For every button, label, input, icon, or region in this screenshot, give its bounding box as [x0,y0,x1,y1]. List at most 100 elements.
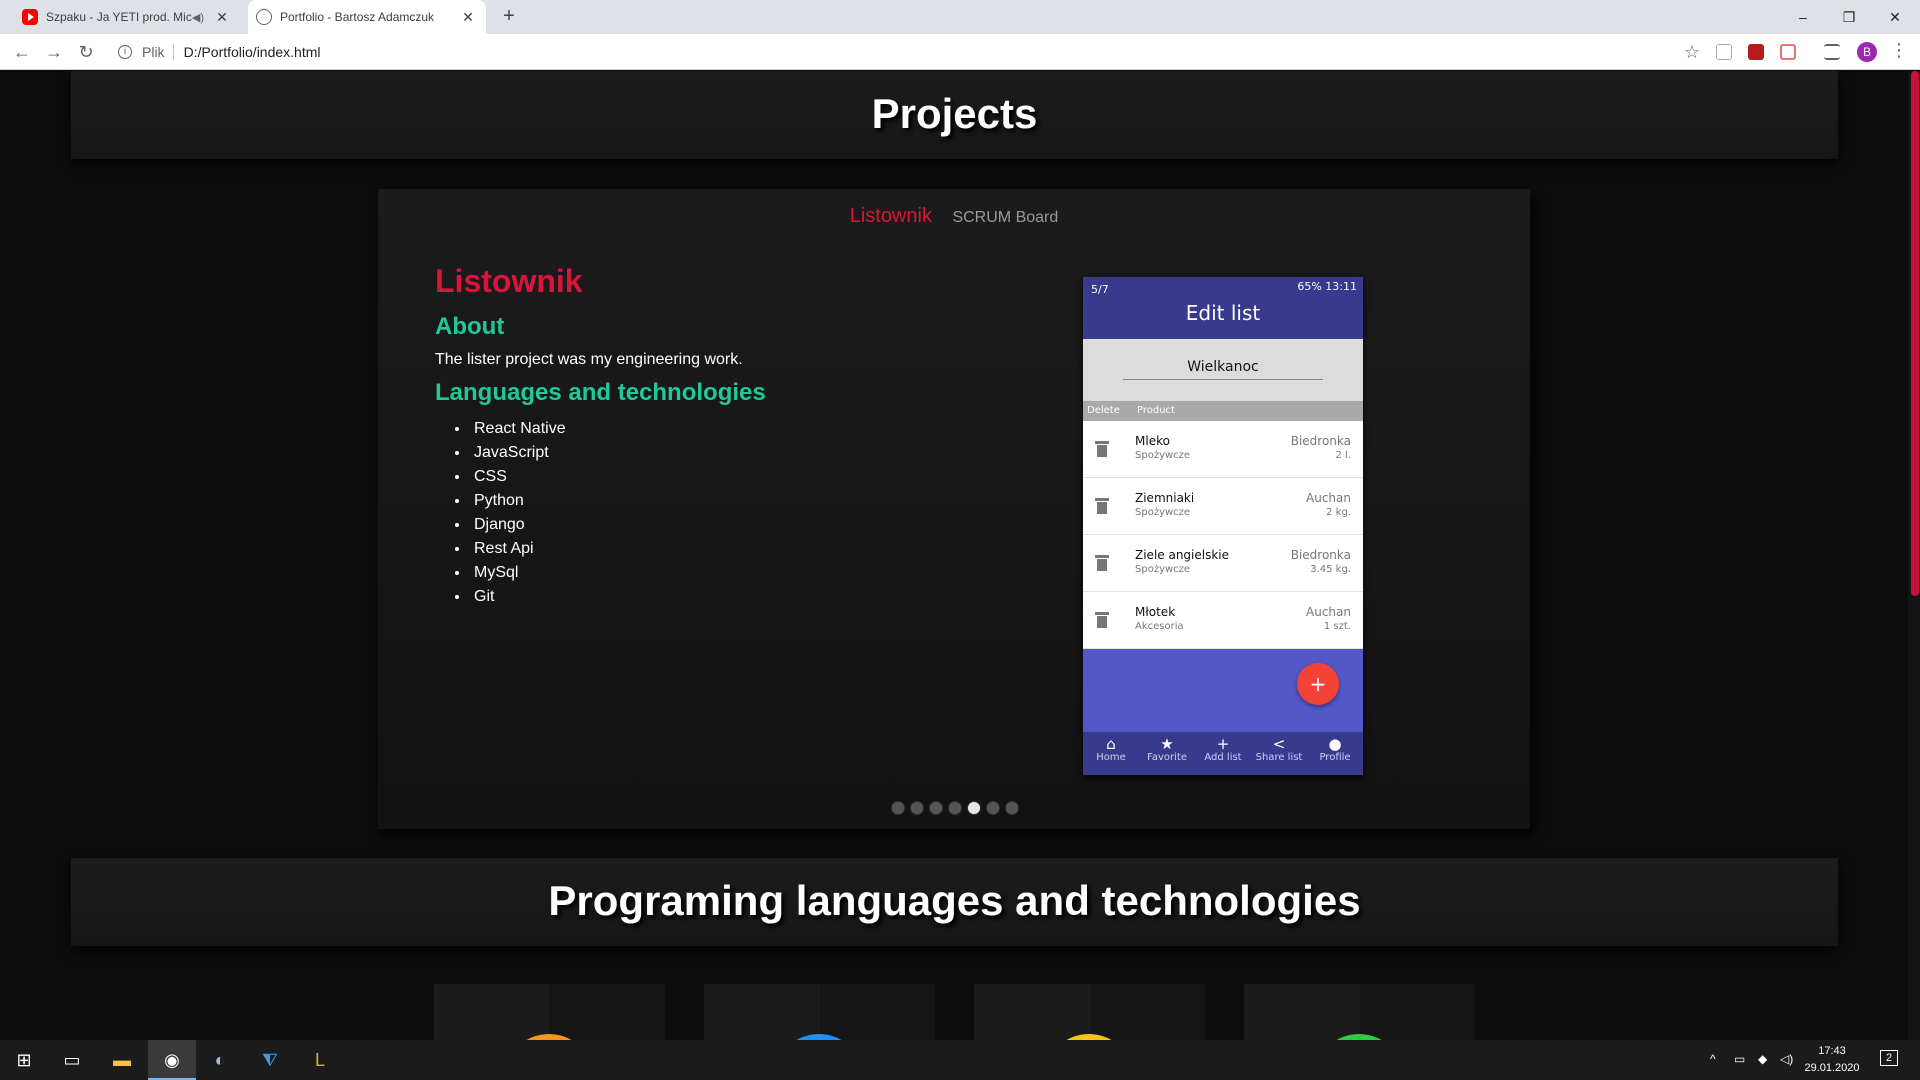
column-header: Delete Product [1083,401,1363,421]
league-icon[interactable]: L [296,1040,344,1080]
network-icon[interactable]: ▭ [1734,1052,1745,1066]
vscode-icon[interactable]: ⧨ [246,1040,294,1080]
notifications-icon[interactable]: 2 [1880,1050,1898,1066]
project-title: Listownik [435,263,583,299]
add-fab-icon: + [1297,663,1339,705]
reload-icon[interactable]: ↻ [74,40,98,64]
menu-icon[interactable]: ⋮ [1890,40,1908,61]
list-item: Django [470,513,566,537]
ublock-icon[interactable] [1748,44,1764,60]
carousel-dot[interactable] [947,801,962,815]
list-item: Git [470,585,566,609]
tab-title: Szpaku - Ja YETI prod. Micha [46,10,192,24]
tech-card [434,984,665,1040]
tab-listownik[interactable]: Listownik [850,205,932,228]
item-name: Ziemniaki [1135,491,1195,505]
item-qty: 3.45 kg. [1310,564,1351,575]
minimize-button[interactable]: – [1780,4,1826,30]
carousel-dot[interactable] [966,801,981,815]
plus-icon: + [1216,735,1230,753]
page-viewport: Projects Listownik SCRUM Board Listownik… [0,71,1920,1040]
carousel-dot[interactable] [1004,801,1019,815]
app-title: Edit list [1185,301,1261,325]
globe-icon [256,9,272,25]
browser-toolbar: ← → ↻ i Plik D:/Portfolio/index.html ☆ B… [0,34,1920,70]
about-heading: About [435,313,505,340]
dropbox-icon[interactable]: ◆ [1758,1052,1767,1066]
tab-youtube[interactable]: Szpaku - Ja YETI prod. Micha ◀) ✕ [14,0,240,34]
list-item: Ziele angielskie Spożywcze Biedronka 3.4… [1083,535,1363,592]
nav-favorite: ★ Favorite [1139,732,1195,775]
carousel-indicators [378,801,1530,820]
media-controls-icon[interactable] [1824,44,1840,60]
item-category: Spożywcze [1135,507,1191,518]
extension-icon[interactable] [1716,44,1732,60]
list-item: MySql [470,561,566,585]
home-icon: ⌂ [1106,735,1116,753]
close-window-button[interactable]: ✕ [1872,4,1918,30]
youtube-icon [22,9,38,25]
list-item: JavaScript [470,441,566,465]
item-shop: Auchan [1306,491,1351,505]
bookmark-star-icon[interactable]: ☆ [1684,42,1700,63]
url-text[interactable]: D:/Portfolio/index.html [184,44,321,60]
project-card: Listownik SCRUM Board Listownik About Th… [378,189,1530,829]
new-tab-button[interactable]: + [498,6,520,28]
profile-avatar[interactable]: B [1857,42,1877,62]
protocol-label: Plik [142,44,165,60]
carousel-dot[interactable] [985,801,1000,815]
carousel-dot[interactable] [909,801,924,815]
forward-arrow-icon[interactable]: → [42,40,66,64]
restore-button[interactable]: ❐ [1826,4,1872,30]
chevron-up-icon[interactable]: ^ [1710,1052,1716,1066]
address-bar[interactable]: i Plik D:/Portfolio/index.html ☆ [110,38,1700,66]
close-tab-icon[interactable]: ✕ [460,9,476,26]
windows-start-icon[interactable]: ⊞ [0,1040,48,1080]
list-name-field: Wielkanoc [1083,339,1363,401]
item-name: Ziele angielskie [1135,548,1230,562]
file-explorer-icon[interactable]: ▬ [98,1040,146,1080]
trash-icon [1095,612,1109,628]
list-item: React Native [470,417,566,441]
item-shop: Biedronka [1290,548,1351,562]
tab-scrum-board[interactable]: SCRUM Board [952,209,1058,227]
trash-icon [1095,555,1109,571]
col-product: Product [1137,405,1175,416]
volume-icon[interactable]: ◁) [1780,1052,1793,1066]
steam-icon[interactable]: ◐ [196,1040,244,1080]
carousel-dot[interactable] [890,801,905,815]
clock[interactable]: 17:43 29.01.2020 [1800,1043,1864,1077]
technologies-section-heading: Programing languages and technologies [71,858,1838,946]
time: 17:43 [1818,1045,1846,1057]
tab-portfolio[interactable]: Portfolio - Bartosz Adamczuk ✕ [248,0,486,34]
list-item: Mleko Spożywcze Biedronka 2 l. [1083,421,1363,478]
tech-card [1244,984,1475,1040]
info-icon[interactable]: i [118,45,132,59]
speaker-icon[interactable]: ◀) [192,11,204,24]
status-bar: 65% 13:11 [1297,280,1357,293]
back-arrow-icon[interactable]: ← [10,40,34,64]
page-scrollbar[interactable] [1908,71,1920,1040]
item-shop: Auchan [1306,605,1351,619]
windows-taskbar: ⊞ ▭ ▬ ◉ ◐ ⧨ L ^ ▭ ◆ ◁) 17:43 29.01.2020 … [0,1040,1920,1080]
app-header: 5/7 65% 13:11 Edit list [1083,277,1363,339]
extension-icon[interactable] [1780,44,1796,60]
item-category: Spożywcze [1135,564,1191,575]
item-category: Akcesoria [1135,621,1184,632]
app-screenshot: 5/7 65% 13:11 Edit list Wielkanoc Delete… [1083,277,1363,775]
item-name: Młotek [1135,605,1176,619]
col-delete: Delete [1087,405,1120,416]
list-item: Rest Api [470,537,566,561]
divider [172,44,174,60]
scrollbar-thumb[interactable] [1911,71,1919,596]
chrome-icon[interactable]: ◉ [148,1040,196,1080]
task-view-icon[interactable]: ▭ [48,1040,96,1080]
item-name: Mleko [1135,434,1170,448]
item-qty: 2 kg. [1326,507,1351,518]
trash-icon [1095,441,1109,457]
project-tabs: Listownik SCRUM Board [378,205,1530,228]
item-qty: 2 l. [1335,450,1352,461]
carousel-dot[interactable] [928,801,943,815]
close-tab-icon[interactable]: ✕ [214,9,230,26]
item-qty: 1 szt. [1323,621,1351,632]
